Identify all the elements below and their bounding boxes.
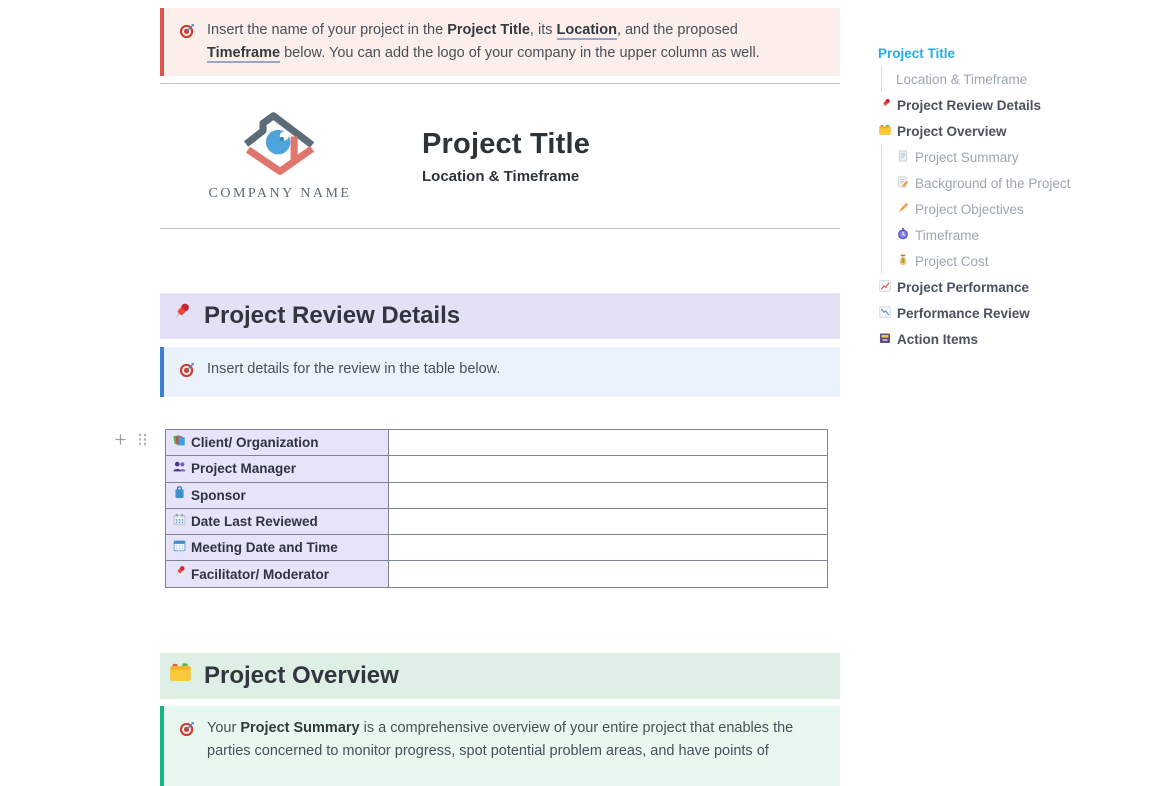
review-callout[interactable]: Insert details for the review in the tab…: [160, 347, 840, 397]
chart-up-icon: [878, 279, 892, 296]
page-subtitle: Location & Timeframe: [422, 168, 590, 185]
divider: [160, 228, 840, 229]
plus-icon[interactable]: [113, 432, 128, 452]
section-header-review-details[interactable]: Project Review Details: [160, 293, 840, 339]
toc-item-action-items[interactable]: Action Items: [878, 326, 1118, 352]
table-row: Sponsor: [166, 482, 828, 508]
busts-icon: [172, 459, 187, 479]
toc-item-project-title[interactable]: Project Title: [878, 40, 1118, 66]
title-block[interactable]: Project Title Location & Timeframe: [422, 128, 590, 185]
row-label: Facilitator/ Moderator: [191, 567, 329, 582]
document-body: Insert the name of your project in the P…: [160, 0, 840, 786]
document-icon: [896, 149, 910, 166]
intro-callout-text: Insert the name of your project in the P…: [207, 19, 814, 65]
pencil-icon: [896, 201, 910, 218]
table-cell-input[interactable]: [389, 456, 828, 482]
chart-down-icon: [878, 305, 892, 322]
drag-handle-icon[interactable]: [137, 432, 148, 452]
pushpin-icon: [172, 564, 187, 584]
table-cell-input[interactable]: [389, 561, 828, 587]
table-row: Date Last Reviewed: [166, 508, 828, 534]
section-title: Project Overview: [204, 662, 399, 690]
toc-item-project-overview[interactable]: Project Overview: [878, 118, 1118, 144]
overview-callout-text: Your Project Summary is a comprehensive …: [207, 717, 814, 775]
toc-item-location-timeframe[interactable]: Location & Timeframe: [881, 66, 1118, 92]
moneybag-icon: [896, 253, 910, 270]
toc-item-performance-review[interactable]: Performance Review: [878, 300, 1118, 326]
clock-icon: [896, 227, 910, 244]
toc-item-timeframe[interactable]: Timeframe: [881, 222, 1118, 248]
table-row: Project Manager: [166, 456, 828, 482]
section-title: Project Review Details: [204, 302, 460, 330]
table-of-contents: Project Title Location & Timeframe Proje…: [878, 40, 1118, 352]
toc-item-project-cost[interactable]: Project Cost: [881, 248, 1118, 274]
review-table-zone: Client/ Organization Project Manager Spo…: [160, 429, 840, 588]
spiral-calendar-icon: [172, 512, 187, 532]
target-icon: [179, 358, 196, 386]
pushpin-icon: [168, 300, 193, 332]
books-icon: [172, 433, 187, 453]
house-lens-logo-icon: [232, 111, 328, 177]
overview-callout[interactable]: Your Project Summary is a comprehensive …: [160, 706, 840, 786]
target-icon: [179, 19, 196, 65]
company-logo-block[interactable]: COMPANY NAME: [185, 111, 375, 202]
table-cell-input[interactable]: [389, 430, 828, 456]
header-row: COMPANY NAME Project Title Location & Ti…: [160, 84, 840, 228]
toc-item-background-of-project[interactable]: Background of the Project: [881, 170, 1118, 196]
block-controls: [113, 432, 148, 452]
toc-item-project-summary[interactable]: Project Summary: [881, 144, 1118, 170]
table-row: Client/ Organization: [166, 430, 828, 456]
card-index-icon: [878, 123, 892, 140]
table-row: Facilitator/ Moderator: [166, 561, 828, 587]
row-label: Sponsor: [191, 488, 246, 503]
row-label: Meeting Date and Time: [191, 540, 338, 555]
toc-item-project-performance[interactable]: Project Performance: [878, 274, 1118, 300]
toc-item-project-review-details[interactable]: Project Review Details: [878, 92, 1118, 118]
section-header-overview[interactable]: Project Overview: [160, 653, 840, 699]
table-cell-input[interactable]: [389, 482, 828, 508]
target-icon: [179, 717, 196, 775]
luggage-icon: [172, 485, 187, 505]
review-details-table: Client/ Organization Project Manager Spo…: [165, 429, 828, 588]
memo-icon: [896, 175, 910, 192]
company-name: COMPANY NAME: [185, 186, 375, 202]
table-row: Meeting Date and Time: [166, 535, 828, 561]
card-file-box-icon: [878, 331, 892, 348]
review-callout-text: Insert details for the review in the tab…: [207, 358, 500, 386]
card-index-icon: [168, 660, 193, 692]
row-label: Date Last Reviewed: [191, 514, 318, 529]
row-label: Project Manager: [191, 461, 296, 476]
calendar-icon: [172, 538, 187, 558]
page-title: Project Title: [422, 128, 590, 161]
row-label: Client/ Organization: [191, 435, 319, 450]
pushpin-icon: [878, 97, 892, 114]
intro-callout[interactable]: Insert the name of your project in the P…: [160, 8, 840, 76]
table-cell-input[interactable]: [389, 508, 828, 534]
table-cell-input[interactable]: [389, 535, 828, 561]
toc-item-project-objectives[interactable]: Project Objectives: [881, 196, 1118, 222]
